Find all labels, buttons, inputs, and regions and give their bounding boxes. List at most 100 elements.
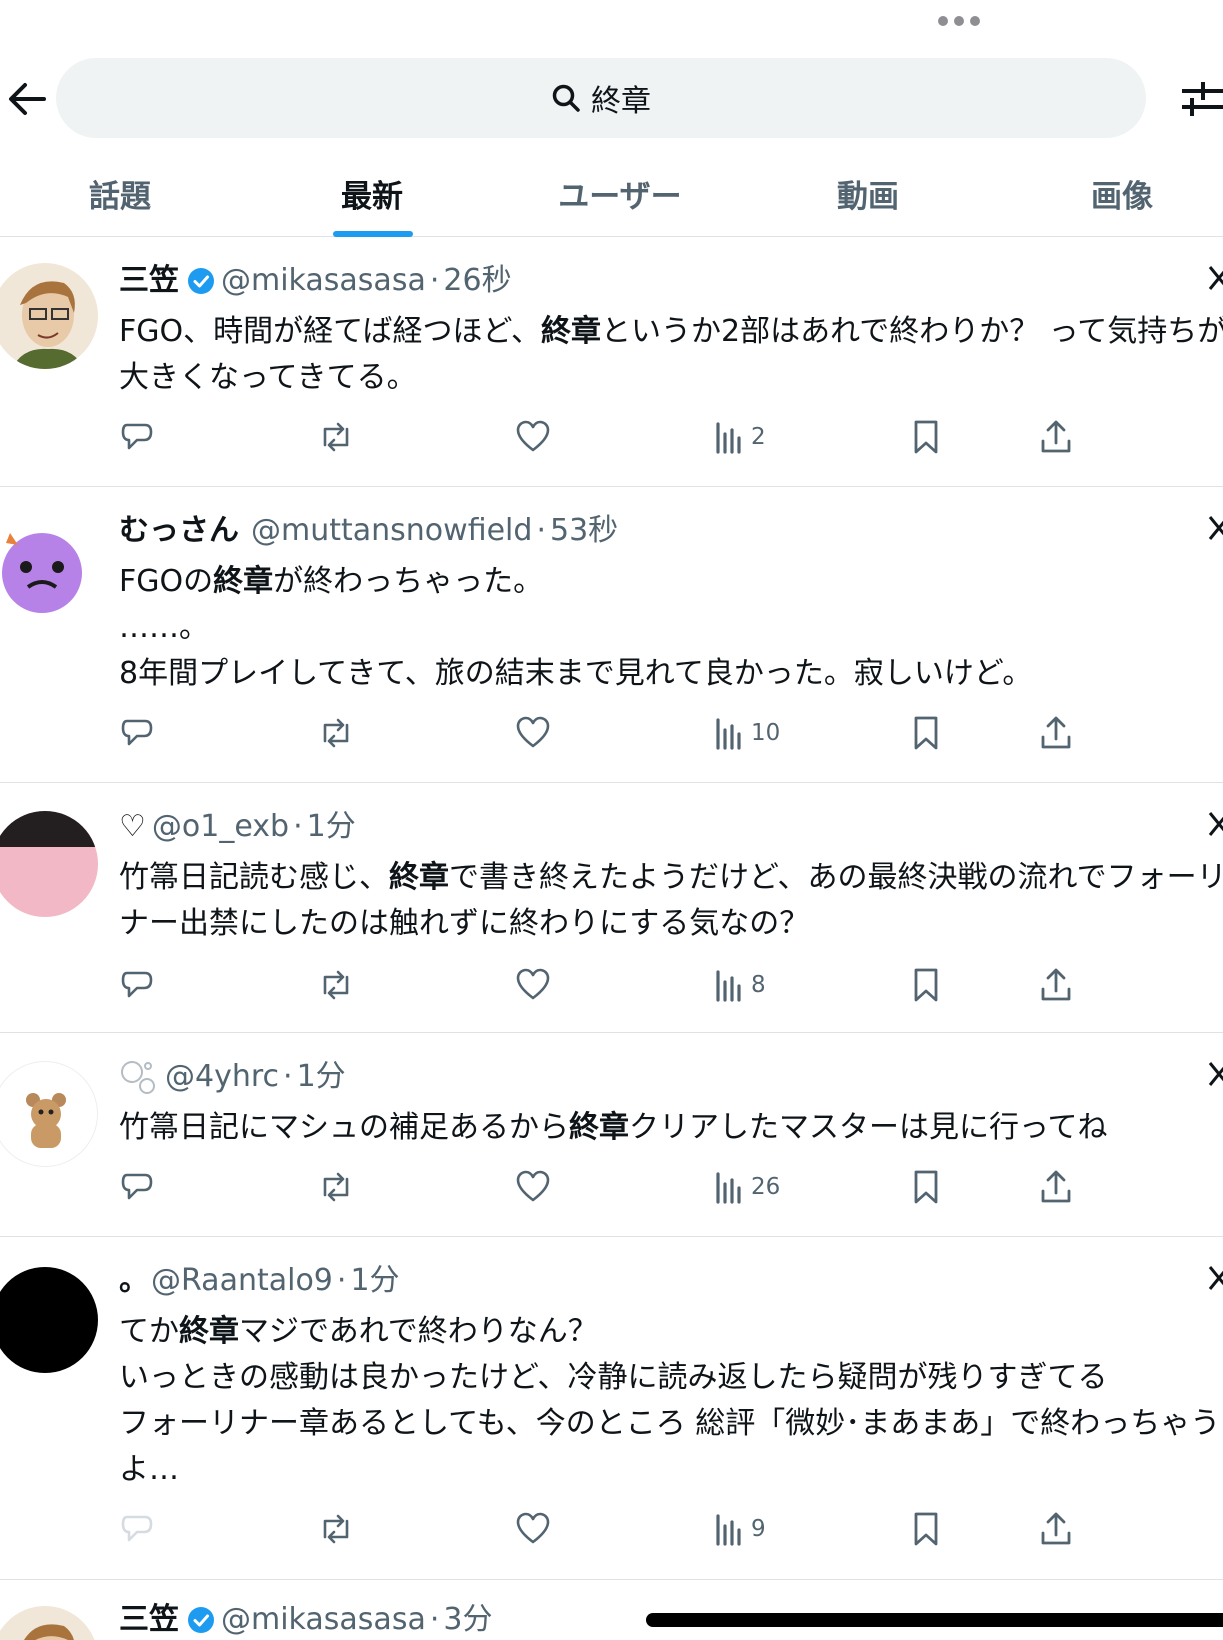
- timestamp[interactable]: 26秒: [443, 261, 511, 301]
- display-name[interactable]: ♡: [119, 807, 146, 847]
- display-name[interactable]: むっさん: [119, 511, 239, 551]
- more-options-icon[interactable]: [1208, 263, 1223, 293]
- repost-button[interactable]: [317, 1167, 355, 1207]
- bookmark-icon: [914, 420, 938, 454]
- views-button[interactable]: 2: [713, 417, 766, 457]
- handle[interactable]: @muttansnowfield: [251, 511, 532, 551]
- search-term-highlight: 終章: [179, 1314, 239, 1349]
- tab-videos[interactable]: 動画: [748, 150, 988, 236]
- reply-button[interactable]: [119, 965, 155, 1005]
- search-term-highlight: 終章: [389, 860, 449, 895]
- search-tabs: 話題 最新 ユーザー 動画 画像: [0, 150, 1223, 237]
- share-icon: [1041, 420, 1071, 453]
- tab-users[interactable]: ユーザー: [500, 150, 740, 236]
- avatar[interactable]: [0, 811, 98, 917]
- more-options-icon[interactable]: [1208, 1263, 1223, 1293]
- reply-button[interactable]: [119, 1509, 155, 1549]
- repost-button[interactable]: [317, 1509, 355, 1549]
- heart-icon: [516, 1170, 550, 1202]
- like-button[interactable]: [515, 965, 551, 1005]
- views-button[interactable]: 10: [713, 713, 780, 753]
- tweet-text: てか終章マジであれで終わりなん？ いっときの感動は良かったけど、冷静に読み返した…: [119, 1314, 1221, 1487]
- display-name[interactable]: 三笠: [119, 261, 179, 301]
- reply-icon: [121, 1515, 153, 1542]
- separator-dot: ·: [429, 263, 440, 298]
- search-input[interactable]: 終章: [56, 58, 1146, 138]
- avatar[interactable]: [0, 1267, 98, 1373]
- handle[interactable]: @mikasasasa: [221, 261, 426, 301]
- avatar[interactable]: [0, 517, 98, 623]
- home-indicator[interactable]: [646, 1613, 1223, 1627]
- tab-trending[interactable]: 話題: [0, 150, 240, 236]
- heart-icon: [516, 716, 550, 748]
- share-button[interactable]: [1039, 417, 1073, 457]
- handle[interactable]: @mikasasasa: [221, 1600, 426, 1640]
- bookmark-button[interactable]: [911, 965, 941, 1005]
- avatar[interactable]: [0, 263, 98, 369]
- bookmark-button[interactable]: [911, 1509, 941, 1549]
- back-button[interactable]: [4, 76, 50, 122]
- bookmark-button[interactable]: [911, 417, 941, 457]
- tweet[interactable]: むっさん @muttansnowfield · 53秒 FGOの終章が終わっちゃ…: [0, 487, 1223, 783]
- repost-button[interactable]: [317, 965, 355, 1005]
- display-name[interactable]: 三笠: [119, 1600, 179, 1640]
- more-dots-icon[interactable]: [938, 14, 984, 28]
- tweet[interactable]: ♡ @o1_exb · 1分 竹箒日記読む感じ、終章で書き終えたようだけど、あの…: [0, 783, 1223, 1033]
- timestamp[interactable]: 3分: [443, 1600, 492, 1640]
- repost-icon: [323, 970, 349, 1000]
- display-name[interactable]: 。: [119, 1261, 149, 1301]
- tab-latest[interactable]: 最新: [252, 150, 492, 236]
- tab-images[interactable]: 画像: [1002, 150, 1223, 236]
- verified-badge-icon: [187, 1606, 215, 1634]
- share-button[interactable]: [1039, 965, 1073, 1005]
- handle[interactable]: @o1_exb: [152, 807, 289, 847]
- more-options-icon[interactable]: [1208, 1059, 1223, 1089]
- search-term-highlight: 終章: [569, 1110, 629, 1145]
- more-options-icon[interactable]: [1208, 513, 1223, 543]
- like-button[interactable]: [515, 417, 551, 457]
- bookmark-icon: [914, 968, 938, 1002]
- tweet[interactable]: @4yhrc · 1分 竹箒日記にマシュの補足あるから終章クリアしたマスターは見…: [0, 1033, 1223, 1237]
- bubbles-icon: [121, 1061, 155, 1094]
- bookmark-button[interactable]: [911, 713, 941, 753]
- like-button[interactable]: [515, 1509, 551, 1549]
- timestamp[interactable]: 1分: [307, 807, 356, 847]
- tweet[interactable]: 三笠 @mikasasasa · 3分: [0, 1580, 1223, 1640]
- bar-chart-icon: [716, 422, 741, 454]
- repost-button[interactable]: [317, 713, 355, 753]
- timestamp[interactable]: 1分: [297, 1057, 346, 1097]
- repost-icon: [323, 718, 349, 748]
- tweet[interactable]: 三笠 @mikasasasa · 26秒 FGO、時間が経てば経つほど、終章とい…: [0, 237, 1223, 487]
- avatar[interactable]: [0, 1606, 98, 1640]
- share-button[interactable]: [1039, 1167, 1073, 1207]
- share-icon: [1041, 1170, 1071, 1203]
- views-button[interactable]: 9: [713, 1509, 766, 1549]
- like-button[interactable]: [515, 713, 551, 753]
- share-icon: [1041, 1512, 1071, 1545]
- tweet-header: @4yhrc · 1分: [119, 1057, 346, 1097]
- more-options-icon[interactable]: [1208, 809, 1223, 839]
- timestamp[interactable]: 1分: [350, 1261, 399, 1301]
- avatar[interactable]: [0, 1061, 98, 1167]
- separator-dot: ·: [336, 1263, 347, 1298]
- reply-button[interactable]: [119, 713, 155, 753]
- reply-icon: [121, 423, 153, 450]
- views-button[interactable]: 26: [713, 1167, 780, 1207]
- view-count: 8: [751, 972, 766, 998]
- share-button[interactable]: [1039, 1509, 1073, 1549]
- handle[interactable]: @Raantalo9: [151, 1261, 333, 1301]
- bookmark-button[interactable]: [911, 1167, 941, 1207]
- tweet-header: 三笠 @mikasasasa · 3分: [119, 1600, 492, 1640]
- tweet[interactable]: 。 @Raantalo9 · 1分 てか終章マジであれで終わりなん？ いっときの…: [0, 1237, 1223, 1580]
- filter-button[interactable]: [1178, 76, 1223, 122]
- handle[interactable]: @4yhrc: [165, 1057, 279, 1097]
- like-button[interactable]: [515, 1167, 551, 1207]
- views-button[interactable]: 8: [713, 965, 766, 1005]
- reply-button[interactable]: [119, 417, 155, 457]
- bar-chart-icon: [716, 718, 741, 750]
- share-button[interactable]: [1039, 713, 1073, 753]
- timestamp[interactable]: 53秒: [550, 511, 618, 551]
- reply-button[interactable]: [119, 1167, 155, 1207]
- sliders-icon: [1182, 82, 1223, 116]
- repost-button[interactable]: [317, 417, 355, 457]
